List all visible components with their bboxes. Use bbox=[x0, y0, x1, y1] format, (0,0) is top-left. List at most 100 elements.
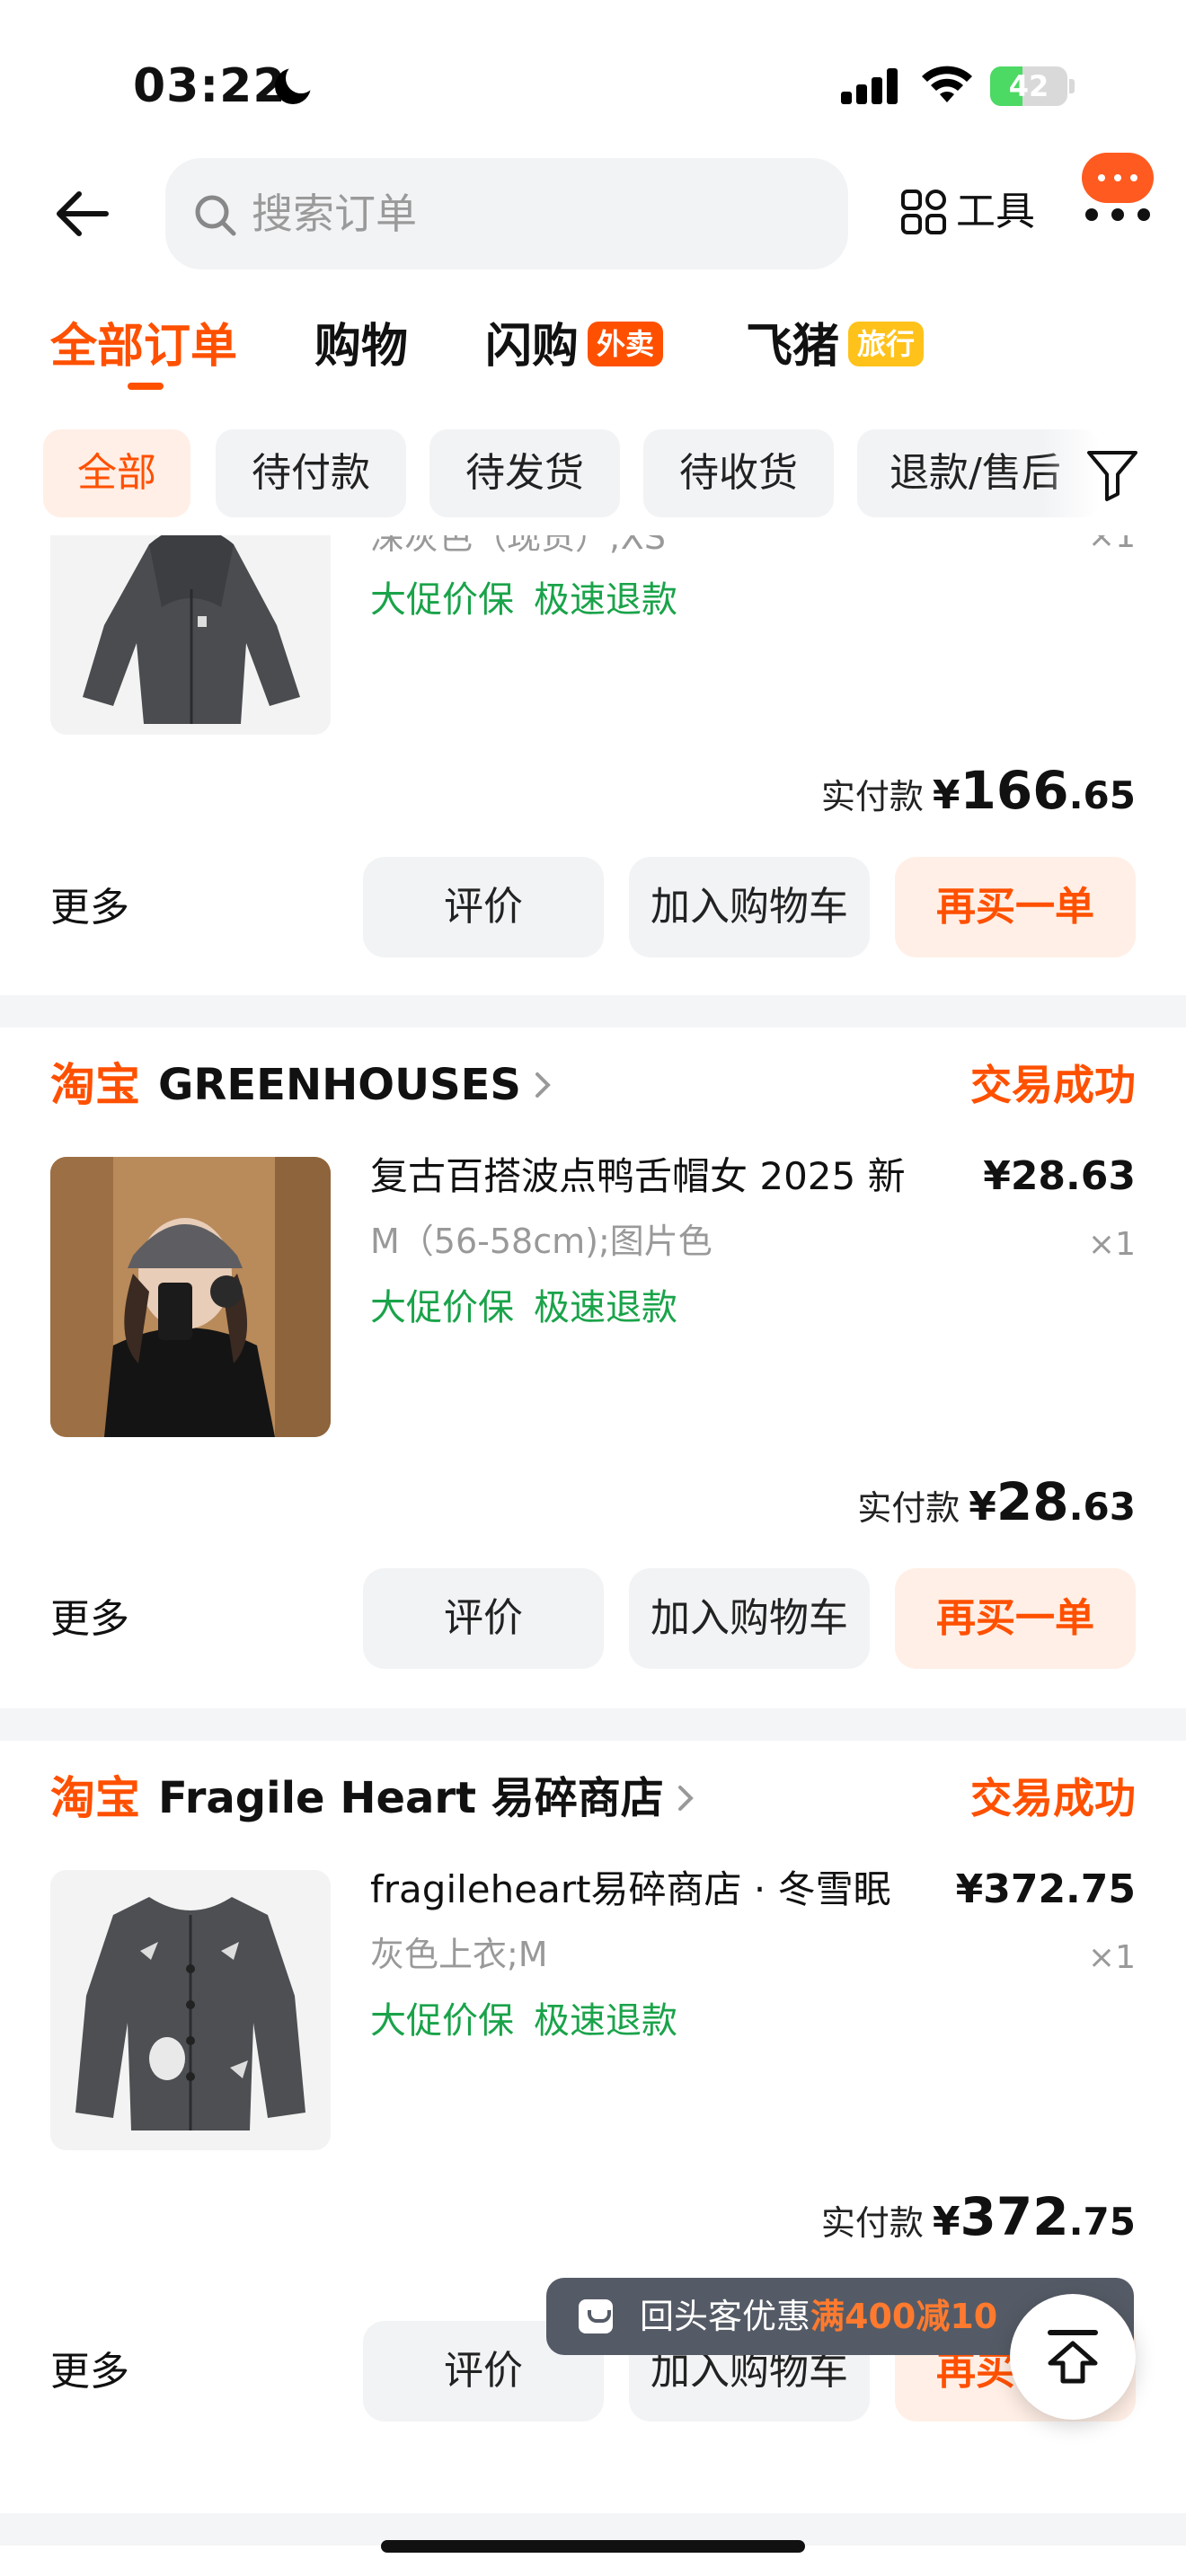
more-link[interactable]: 更多 bbox=[50, 877, 129, 940]
paid-decimal: .65 bbox=[1068, 773, 1136, 817]
search-placeholder: 搜索订单 bbox=[252, 190, 417, 238]
review-button[interactable]: 评价 bbox=[363, 1568, 604, 1669]
buy-again-button[interactable]: 再买一单 bbox=[895, 1568, 1136, 1669]
wifi-icon bbox=[922, 66, 972, 102]
more-menu-button[interactable] bbox=[1073, 153, 1163, 243]
product-thumbnail-cardigan[interactable] bbox=[50, 1870, 331, 2150]
chevron-right-icon bbox=[678, 1786, 694, 1811]
tools-button[interactable]: 工具 bbox=[895, 176, 1048, 248]
review-button[interactable]: 评价 bbox=[363, 857, 604, 957]
service-tags: 大促价保 极速退款 bbox=[370, 575, 697, 625]
tab-all-orders[interactable]: 全部订单 bbox=[50, 311, 237, 383]
order-card: 深灰色（现货）;XS ×1 大促价保 极速退款 实付款 ¥166.65 更多 评价 … bbox=[0, 535, 1186, 995]
paid-decimal: .63 bbox=[1068, 1485, 1136, 1529]
cap-photo-image bbox=[50, 1157, 331, 1437]
badge-takeout: 外卖 bbox=[588, 322, 664, 366]
order-card: 淘宝 GREENHOUSES 交易成功 复古百搭波点鸭舌帽女 2025 新 ¥2… bbox=[0, 1028, 1186, 1708]
item-title[interactable]: fragileheart易碎商店 · 冬雪眠 bbox=[370, 1863, 945, 1917]
status-bar: 03:22 42 bbox=[0, 0, 1186, 144]
product-thumbnail-cap[interactable] bbox=[50, 1157, 331, 1437]
paid-amount: 实付款 ¥372.75 bbox=[821, 2186, 1136, 2249]
item-price: ¥372.75 bbox=[955, 1866, 1136, 1912]
platform-label: 淘宝 bbox=[50, 1772, 140, 1824]
tab-fliggy[interactable]: 飞猪 bbox=[746, 311, 839, 383]
paid-label: 实付款 bbox=[857, 1488, 960, 1528]
battery-cap bbox=[1069, 79, 1075, 93]
cellular-signal-icon bbox=[841, 68, 898, 104]
order-divider bbox=[0, 1708, 1186, 1741]
shop-name: GREENHOUSES bbox=[158, 1060, 521, 1110]
paid-label: 实付款 bbox=[820, 777, 924, 816]
paid-currency: ¥ bbox=[932, 772, 960, 818]
tag-fast-refund: 极速退款 bbox=[534, 2000, 677, 2042]
tab-shopping[interactable]: 购物 bbox=[314, 311, 408, 383]
do-not-disturb-moon-icon bbox=[275, 63, 316, 104]
paid-currency: ¥ bbox=[932, 2199, 960, 2245]
tag-fast-refund: 极速退款 bbox=[534, 1287, 677, 1328]
filter-chip-pending-payment[interactable]: 待付款 bbox=[216, 429, 406, 517]
buy-again-button[interactable]: 再买一单 bbox=[895, 857, 1136, 957]
item-price: ¥28.63 bbox=[983, 1153, 1136, 1199]
shop-row[interactable]: 淘宝 GREENHOUSES 交易成功 bbox=[50, 1049, 1136, 1121]
tab-flash-buy[interactable]: 闪购 bbox=[485, 311, 579, 383]
tools-label: 工具 bbox=[956, 189, 1035, 234]
shopping-bag-icon bbox=[579, 2299, 613, 2333]
tag-price-protect: 大促价保 bbox=[370, 1287, 514, 1328]
filter-chip-pending-shipment[interactable]: 待发货 bbox=[429, 429, 620, 517]
tab-active-indicator bbox=[128, 383, 164, 390]
tip-highlight: 满400减10 bbox=[810, 2297, 998, 2336]
item-qty: ×1 bbox=[1087, 1939, 1136, 1976]
filter-chip-all[interactable]: 全部 bbox=[43, 429, 190, 517]
paid-integer: 166 bbox=[960, 760, 1069, 821]
item-qty: ×1 bbox=[1087, 535, 1136, 555]
arrow-left-icon bbox=[57, 191, 109, 236]
paid-currency: ¥ bbox=[969, 1484, 996, 1530]
more-link[interactable]: 更多 bbox=[50, 1588, 129, 1651]
platform-label: 淘宝 bbox=[50, 1059, 140, 1111]
home-indicator bbox=[381, 2540, 805, 2553]
search-input[interactable]: 搜索订单 bbox=[165, 158, 848, 269]
service-tags: 大促价保 极速退款 bbox=[370, 1283, 697, 1333]
back-button[interactable] bbox=[47, 180, 119, 248]
tip-prefix: 回头客优惠 bbox=[640, 2297, 811, 2336]
tag-fast-refund: 极速退款 bbox=[534, 579, 677, 621]
item-qty: ×1 bbox=[1087, 1226, 1136, 1263]
filter-funnel-icon[interactable] bbox=[1082, 444, 1143, 505]
filter-chip-pending-receipt[interactable]: 待收货 bbox=[643, 429, 834, 517]
paid-amount: 实付款 ¥28.63 bbox=[857, 1471, 1136, 1534]
tag-price-protect: 大促价保 bbox=[370, 2000, 514, 2042]
paid-label: 实付款 bbox=[820, 2203, 924, 2243]
order-status: 交易成功 bbox=[970, 1774, 1136, 1822]
hoodie-image bbox=[50, 535, 331, 735]
item-spec: 灰色上衣;M bbox=[370, 1935, 548, 1974]
item-title[interactable]: 复古百搭波点鸭舌帽女 2025 新 bbox=[370, 1150, 945, 1204]
paid-integer: 372 bbox=[960, 2186, 1069, 2247]
add-to-cart-button[interactable]: 加入购物车 bbox=[629, 857, 870, 957]
paid-decimal: .75 bbox=[1068, 2200, 1136, 2244]
chevron-right-icon bbox=[535, 1072, 551, 1098]
order-status: 交易成功 bbox=[970, 1061, 1136, 1109]
service-tags: 大促价保 极速退款 bbox=[370, 1996, 697, 2046]
cardigan-image bbox=[50, 1870, 331, 2150]
search-icon bbox=[195, 195, 236, 236]
add-to-cart-button[interactable]: 加入购物车 bbox=[629, 1568, 870, 1669]
shop-name: Fragile Heart 易碎商店 bbox=[158, 1773, 664, 1823]
product-thumbnail-hoodie[interactable] bbox=[50, 535, 331, 735]
shop-row[interactable]: 淘宝 Fragile Heart 易碎商店 交易成功 bbox=[50, 1762, 1136, 1834]
battery-level: 42 bbox=[1008, 69, 1049, 103]
order-divider bbox=[0, 995, 1186, 1028]
battery-icon: 42 bbox=[990, 66, 1067, 106]
paid-integer: 28 bbox=[996, 1471, 1069, 1532]
paid-amount: 实付款 ¥166.65 bbox=[821, 760, 1136, 823]
message-bubble-icon bbox=[1082, 153, 1154, 203]
status-time: 03:22 bbox=[133, 59, 287, 113]
more-link[interactable]: 更多 bbox=[50, 2341, 129, 2404]
grid-tools-icon bbox=[901, 190, 946, 234]
item-spec: M（56-58cm);图片色 bbox=[370, 1222, 712, 1261]
item-spec: 深灰色（现货）;XS bbox=[370, 535, 666, 557]
tag-price-protect: 大促价保 bbox=[370, 579, 514, 621]
arrow-up-to-top-icon bbox=[1048, 2330, 1098, 2384]
badge-travel: 旅行 bbox=[848, 322, 925, 366]
order-list[interactable]: 深灰色（现货）;XS ×1 大促价保 极速退款 实付款 ¥166.65 更多 评价 … bbox=[0, 535, 1186, 2576]
scroll-to-top-button[interactable] bbox=[1010, 2294, 1136, 2420]
